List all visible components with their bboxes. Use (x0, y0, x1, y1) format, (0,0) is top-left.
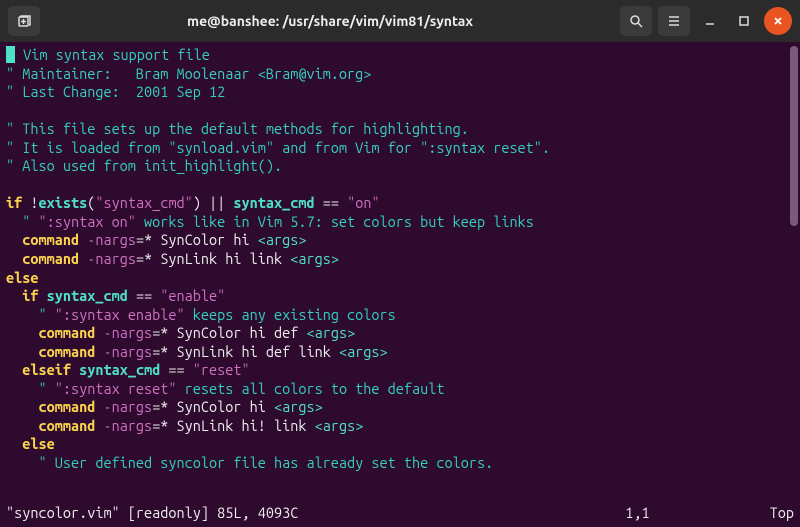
titlebar-right (620, 6, 792, 36)
code-line: command -nargs=* SynLink hi! link <args> (6, 417, 794, 436)
code-line: " ":syntax on" works like in Vim 5.7: se… (6, 213, 794, 232)
titlebar: me@banshee: /usr/share/vim/vim81/syntax (0, 0, 800, 42)
titlebar-left (8, 6, 40, 36)
maximize-button[interactable] (730, 7, 758, 35)
window-title: me@banshee: /usr/share/vim/vim81/syntax (46, 13, 614, 29)
code-line: else (6, 269, 794, 288)
minimize-button[interactable] (696, 7, 724, 35)
vim-status-line: "syncolor.vim" [readonly] 85L, 4093C 1,1… (0, 504, 800, 523)
close-button[interactable] (764, 7, 792, 35)
code-line: " This file sets up the default methods … (6, 120, 794, 139)
code-line: " Also used from init_highlight(). (6, 157, 794, 176)
menu-button[interactable] (658, 6, 690, 36)
code-line: command -nargs=* SynColor hi <args> (6, 231, 794, 250)
code-line: Vim syntax support file (6, 46, 794, 65)
code-line: if !exists("syntax_cmd") || syntax_cmd =… (6, 194, 794, 213)
new-tab-button[interactable] (8, 6, 40, 36)
status-file: "syncolor.vim" [readonly] 85L, 4093C (6, 504, 298, 523)
cursor (6, 46, 15, 63)
code-line: command -nargs=* SynLink hi link <args> (6, 250, 794, 269)
code-line: " User defined syncolor file has already… (6, 454, 794, 473)
code-line: " It is loaded from "synload.vim" and fr… (6, 139, 794, 158)
code-line: " Maintainer: Bram Moolenaar <Bram@vim.o… (6, 65, 794, 84)
code-line: " ":syntax reset" resets all colors to t… (6, 380, 794, 399)
search-button[interactable] (620, 6, 652, 36)
code-line: else (6, 435, 794, 454)
terminal-viewport[interactable]: Vim syntax support file " Maintainer: Br… (0, 42, 800, 527)
code-line: " Last Change: 2001 Sep 12 (6, 83, 794, 102)
status-position: 1,1 (625, 504, 769, 523)
code-line: command -nargs=* SynLink hi def link <ar… (6, 343, 794, 362)
code-line: if syntax_cmd == "enable" (6, 287, 794, 306)
scrollbar-thumb[interactable] (790, 46, 798, 226)
code-line: command -nargs=* SynColor hi def <args> (6, 324, 794, 343)
blank-line (6, 102, 794, 121)
code-line: elseif syntax_cmd == "reset" (6, 361, 794, 380)
blank-line (6, 176, 794, 195)
status-percent: Top (770, 504, 794, 523)
code-line: command -nargs=* SynColor hi <args> (6, 398, 794, 417)
code-line: " ":syntax enable" keeps any existing co… (6, 306, 794, 325)
